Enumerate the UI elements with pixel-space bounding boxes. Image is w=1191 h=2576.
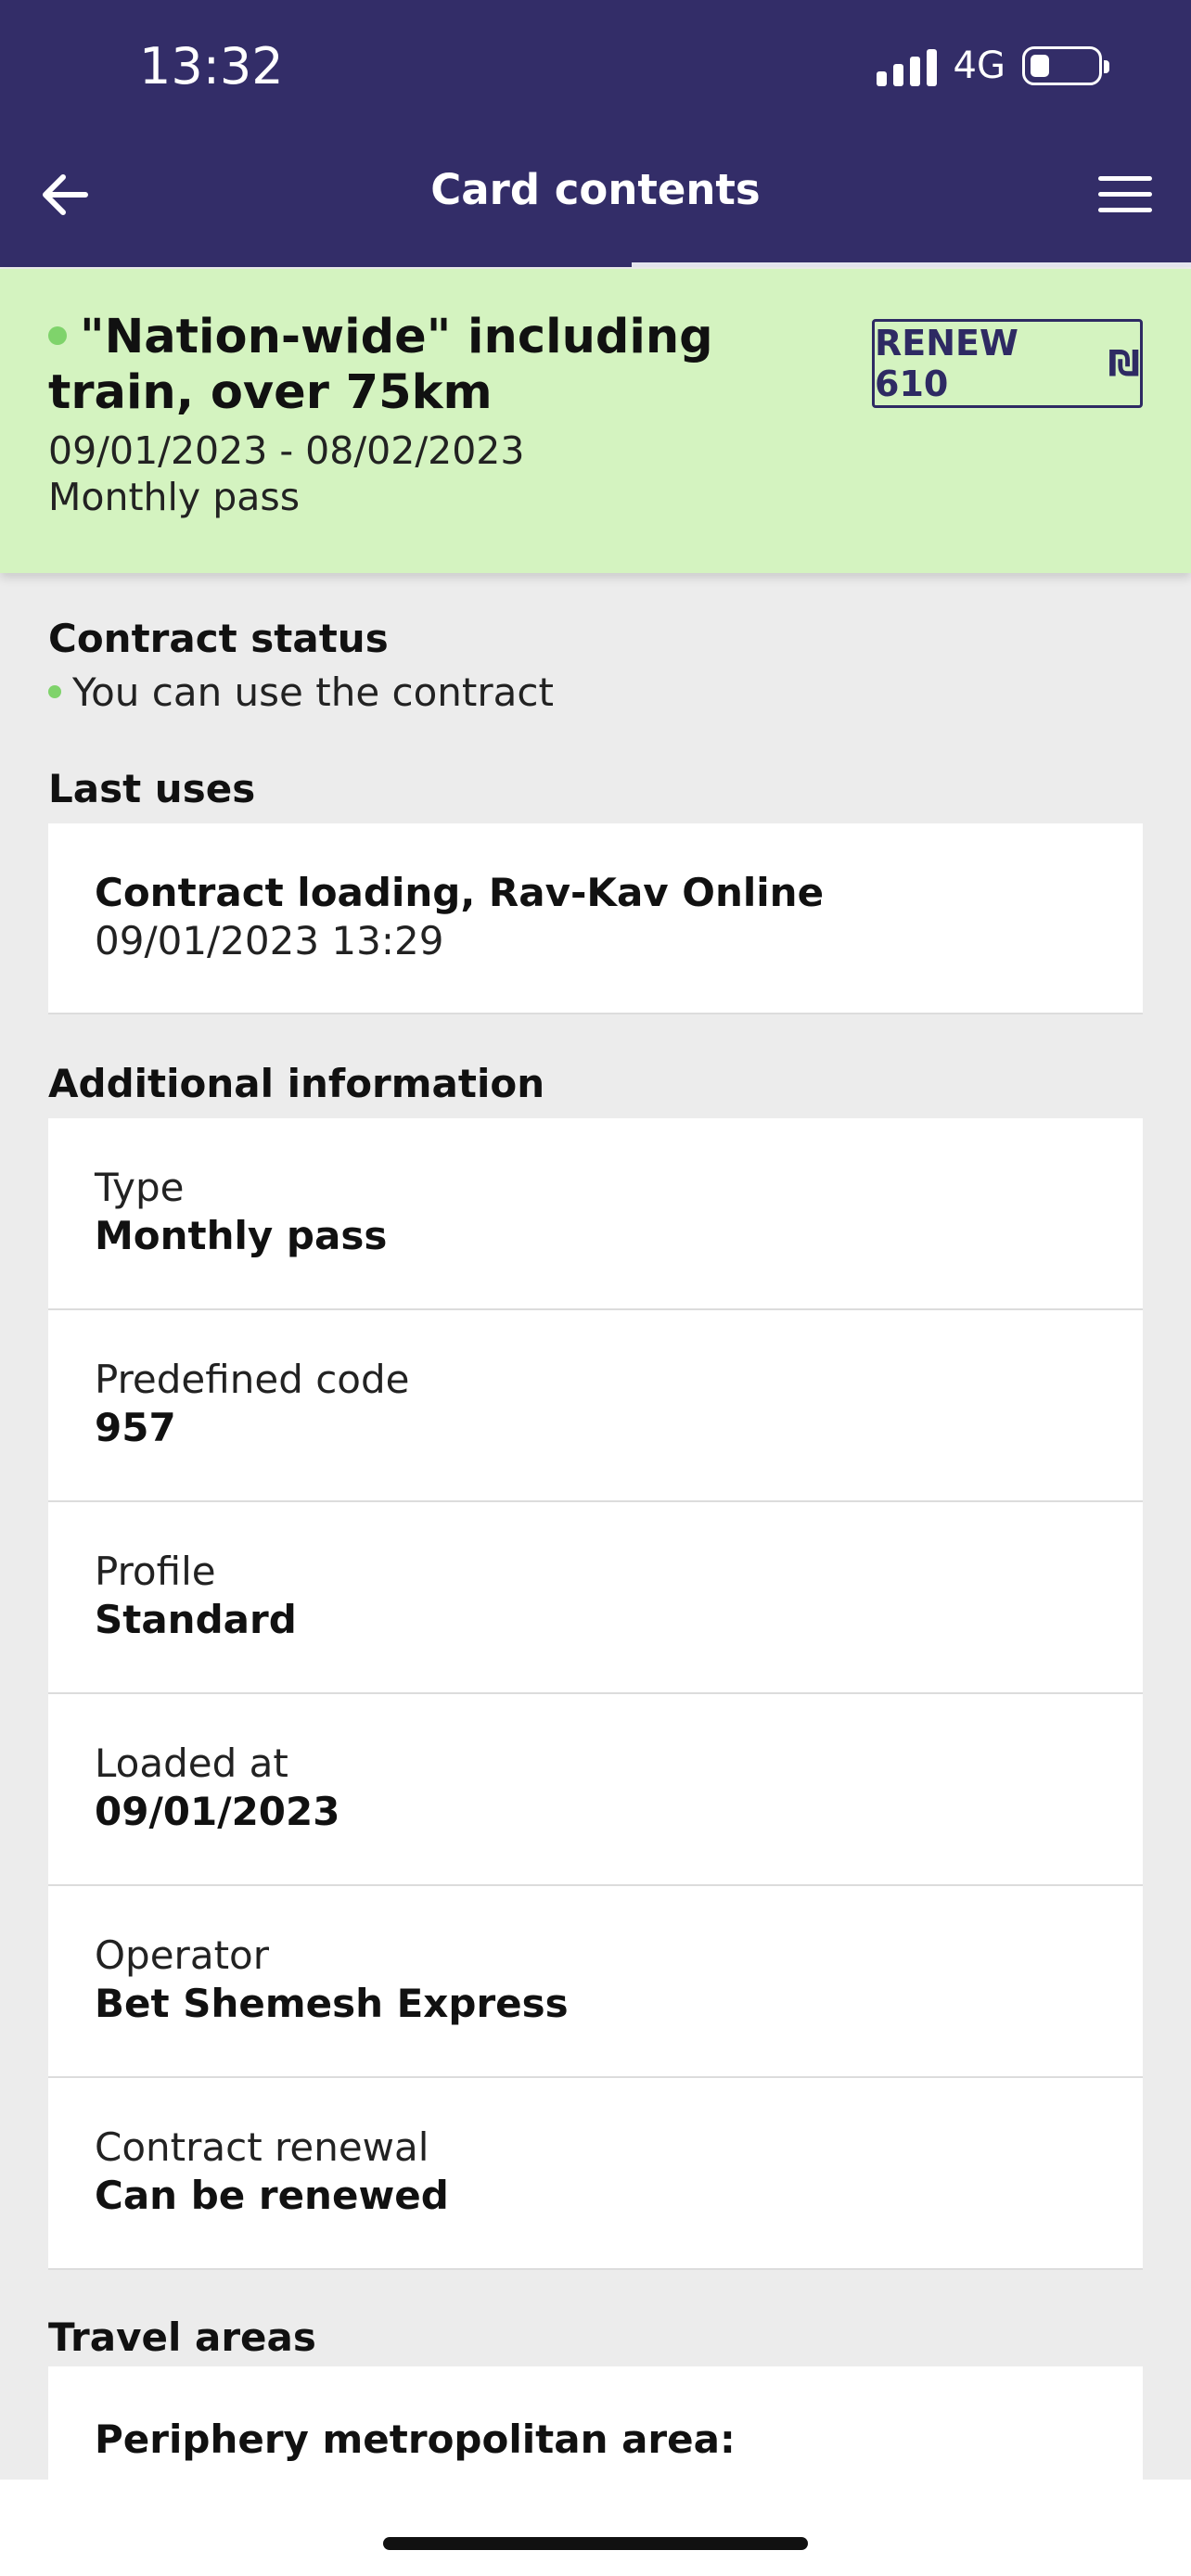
info-value: Monthly pass <box>95 1213 388 1258</box>
info-label: Profile <box>95 1549 216 1594</box>
last-use-title: Contract loading, Rav-Kav Online <box>95 870 825 915</box>
contract-title: "Nation-wide" including train, over 75km <box>48 310 827 421</box>
last-use-item: Contract loading, Rav-Kav Online 09/01/2… <box>48 823 1143 1014</box>
hamburger-menu-icon[interactable] <box>1096 172 1154 217</box>
info-row-profile: Profile Standard <box>48 1502 1143 1694</box>
contract-title-text: "Nation-wide" including train, over 75km <box>48 310 713 420</box>
additional-info-heading: Additional information <box>48 1061 545 1106</box>
page-progress-bar <box>0 262 1191 267</box>
contract-banner: "Nation-wide" including train, over 75km… <box>0 269 1191 573</box>
network-type: 4G <box>953 45 1005 87</box>
info-value: Standard <box>95 1597 297 1642</box>
card-contents-screen: 13:32 4G Card contents "Nation-wide" inc… <box>0 0 1191 2576</box>
contract-status-text: You can use the contract <box>72 670 554 715</box>
status-time: 13:32 <box>139 37 284 96</box>
home-indicator-area <box>0 2480 1191 2576</box>
info-label: Contract renewal <box>95 2124 429 2170</box>
contract-dates: 09/01/2023 - 08/02/2023 <box>48 428 525 473</box>
info-label: Operator <box>95 1932 269 1978</box>
page-title: Card contents <box>430 165 761 214</box>
info-value: Can be renewed <box>95 2173 449 2218</box>
renew-button-label: RENEW 610 <box>875 323 1018 404</box>
top-bar: 13:32 4G Card contents <box>0 0 1191 264</box>
active-status-dot-icon <box>48 326 67 345</box>
last-use-datetime: 09/01/2023 13:29 <box>95 918 444 963</box>
contract-status-heading: Contract status <box>48 616 389 661</box>
info-row-predefined-code: Predefined code 957 <box>48 1310 1143 1502</box>
contract-type: Monthly pass <box>48 475 301 519</box>
battery-level <box>1031 55 1049 77</box>
last-uses-heading: Last uses <box>48 766 256 811</box>
status-dot-icon <box>48 684 61 698</box>
info-value: 957 <box>95 1405 176 1450</box>
info-row-loaded-at: Loaded at 09/01/2023 <box>48 1694 1143 1886</box>
home-indicator[interactable] <box>383 2537 808 2550</box>
info-value: 09/01/2023 <box>95 1789 340 1834</box>
info-row-operator: Operator Bet Shemesh Express <box>48 1886 1143 2078</box>
battery-icon <box>1022 46 1109 85</box>
travel-area-title: Periphery metropolitan area: <box>95 2417 736 2462</box>
info-row-type: Type Monthly pass <box>48 1118 1143 1310</box>
info-label: Type <box>95 1165 185 1210</box>
info-row-contract-renewal: Contract renewal Can be renewed <box>48 2078 1143 2270</box>
contract-status-line: You can use the contract <box>48 670 554 715</box>
cellular-signal-icon <box>876 45 937 86</box>
renew-button[interactable]: RENEW 610 ₪ <box>872 319 1143 408</box>
page-progress-fill <box>0 262 632 267</box>
info-value: Bet Shemesh Express <box>95 1981 569 2026</box>
status-indicators: 4G <box>876 45 1109 87</box>
info-label: Loaded at <box>95 1741 288 1786</box>
shekel-icon: ₪ <box>1108 343 1140 384</box>
travel-areas-heading: Travel areas <box>48 2315 316 2360</box>
info-label: Predefined code <box>95 1357 410 1402</box>
